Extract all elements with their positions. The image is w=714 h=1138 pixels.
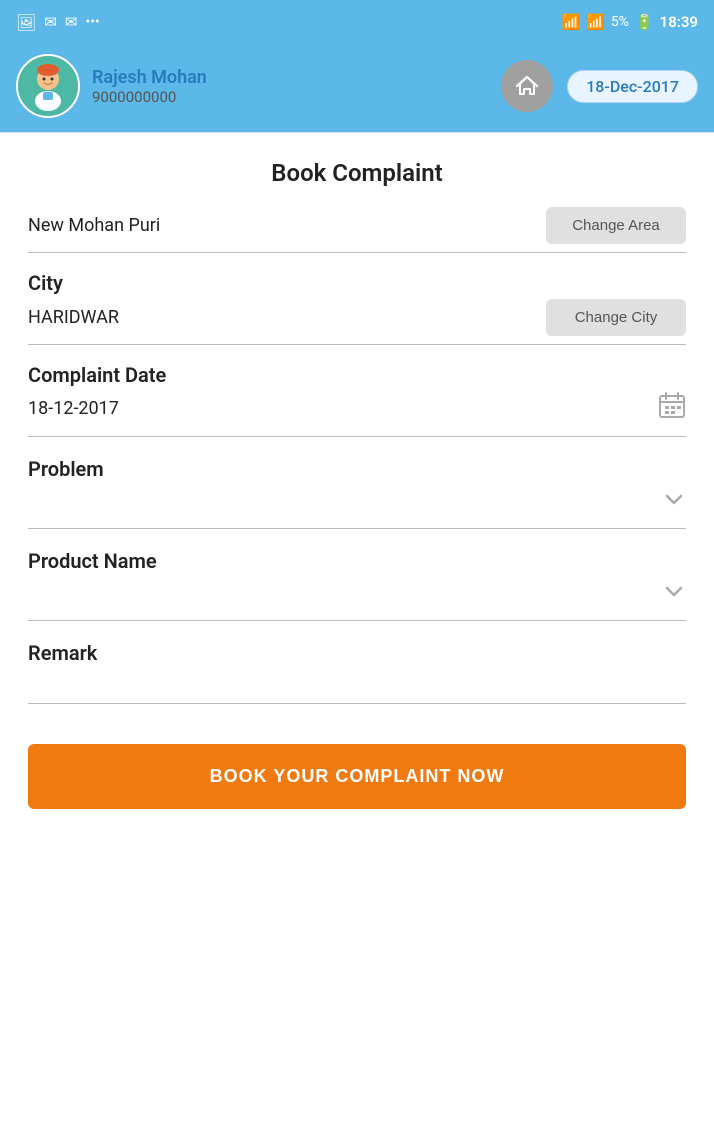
product-chevron-icon xyxy=(662,579,686,609)
clock: 18:39 xyxy=(660,13,698,31)
header-right: 18-Dec-2017 xyxy=(501,60,698,112)
battery-percent: 5% xyxy=(611,14,629,30)
remark-input[interactable] xyxy=(28,669,686,704)
mail-icon: ✉ xyxy=(44,13,57,31)
area-divider xyxy=(28,252,686,253)
page-title: Book Complaint xyxy=(28,159,686,187)
date-badge: 18-Dec-2017 xyxy=(567,70,698,103)
area-value: New Mohan Puri xyxy=(28,215,160,236)
user-info: Rajesh Mohan 9000000000 xyxy=(92,67,207,106)
change-area-button[interactable]: Change Area xyxy=(546,207,686,244)
product-name-dropdown[interactable] xyxy=(28,577,686,621)
area-row: New Mohan Puri Change Area xyxy=(28,207,686,244)
city-row: HARIDWAR Change City xyxy=(28,299,686,336)
wifi-icon: 📶 xyxy=(561,13,580,31)
more-icon: ••• xyxy=(85,14,99,30)
status-bar: 🖼 ✉ ✉ ••• 📶 📶 5% 🔋 18:39 xyxy=(0,0,714,44)
remark-label: Remark xyxy=(28,641,686,665)
city-divider xyxy=(28,344,686,345)
calendar-icon[interactable] xyxy=(658,391,686,426)
submit-button[interactable]: BOOK YOUR COMPLAINT NOW xyxy=(28,744,686,809)
problem-dropdown[interactable] xyxy=(28,485,686,529)
image-icon: 🖼 xyxy=(16,13,36,32)
change-city-button[interactable]: Change City xyxy=(546,299,686,336)
problem-chevron-icon xyxy=(662,487,686,517)
signal-icon: 📶 xyxy=(586,13,605,31)
home-button[interactable] xyxy=(501,60,553,112)
user-name: Rajesh Mohan xyxy=(92,67,207,88)
city-value: HARIDWAR xyxy=(28,307,119,328)
status-bar-left: 🖼 ✉ ✉ ••• xyxy=(16,13,100,32)
product-name-label: Product Name xyxy=(28,549,686,573)
user-phone: 9000000000 xyxy=(92,88,207,106)
header-user: Rajesh Mohan 9000000000 xyxy=(16,54,207,118)
header: Rajesh Mohan 9000000000 18-Dec-2017 xyxy=(0,44,714,133)
avatar xyxy=(16,54,80,118)
status-bar-right: 📶 📶 5% 🔋 18:39 xyxy=(561,13,698,31)
problem-label: Problem xyxy=(28,457,686,481)
complaint-date-label: Complaint Date xyxy=(28,363,686,387)
city-label: City xyxy=(28,271,686,295)
main-content: Book Complaint New Mohan Puri Change Are… xyxy=(0,133,714,829)
battery-icon: 🔋 xyxy=(635,13,654,31)
complaint-date-value: 18-12-2017 xyxy=(28,398,119,419)
complaint-date-row: 18-12-2017 xyxy=(28,391,686,437)
mail-icon-2: ✉ xyxy=(65,13,78,31)
